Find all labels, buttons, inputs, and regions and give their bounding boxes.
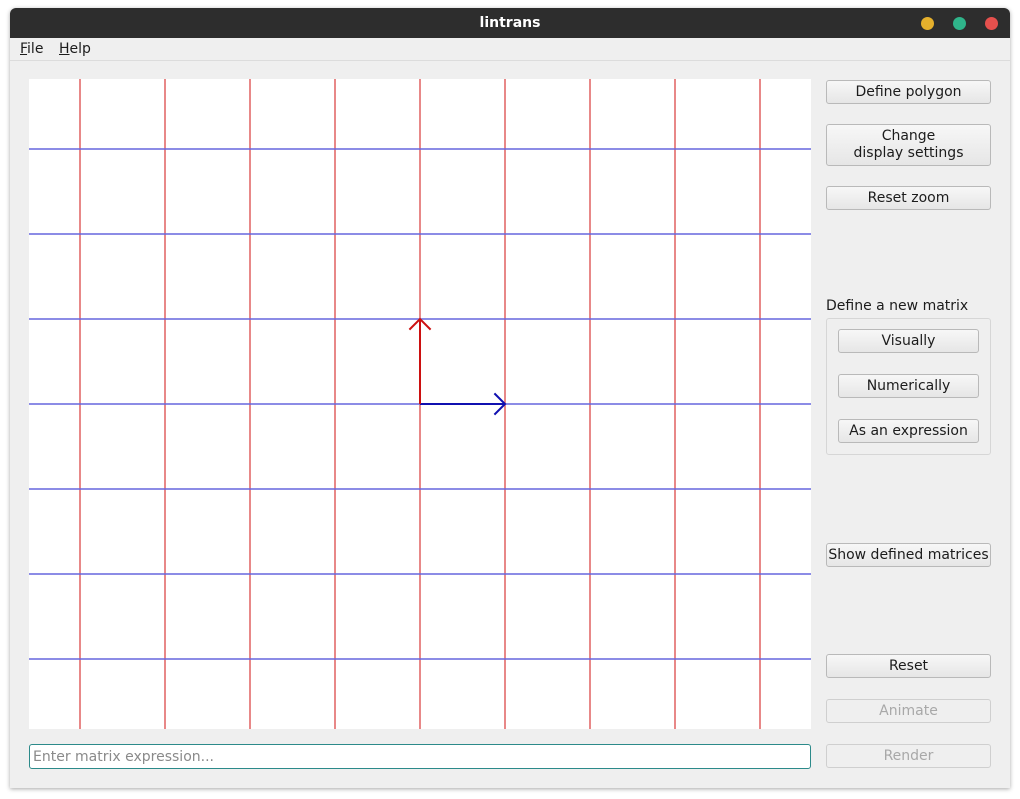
minimize-icon[interactable] [921,17,934,30]
menu-file[interactable]: File [20,40,43,58]
define-polygon-button[interactable]: Define polygon [826,80,991,104]
animate-button[interactable]: Animate [826,699,991,723]
title-bar: lintrans [10,8,1010,38]
change-display-settings-button[interactable]: Change display settings [826,124,991,166]
menu-file-mnemonic: F [20,41,28,57]
menu-file-label: ile [27,41,44,57]
basis-vector-i [420,392,507,416]
render-button[interactable]: Render [826,744,991,768]
menu-help-mnemonic: H [59,41,70,57]
plot-canvas[interactable] [29,79,811,729]
reset-zoom-button[interactable]: Reset zoom [826,186,991,210]
change-display-settings-line2: display settings [853,145,964,161]
app-window: lintrans File Help Define polygon Change… [10,8,1010,788]
window-title: lintrans [479,15,541,31]
show-defined-matrices-button[interactable]: Show defined matrices [826,543,991,567]
menu-help-label: elp [69,41,91,57]
maximize-icon[interactable] [953,17,966,30]
plot-svg [29,79,811,729]
reset-button[interactable]: Reset [826,654,991,678]
define-as-expression-button[interactable]: As an expression [838,419,979,443]
define-visually-button[interactable]: Visually [838,329,979,353]
close-icon[interactable] [985,17,998,30]
define-matrix-label: Define a new matrix [826,298,969,314]
change-display-settings-line1: Change [881,128,936,144]
matrix-expression-input[interactable] [29,744,811,769]
define-numerically-button[interactable]: Numerically [838,374,979,398]
basis-vectors [408,317,507,416]
basis-vector-j [408,317,432,404]
menu-bar: File Help [10,38,1010,61]
menu-help[interactable]: Help [59,40,91,58]
